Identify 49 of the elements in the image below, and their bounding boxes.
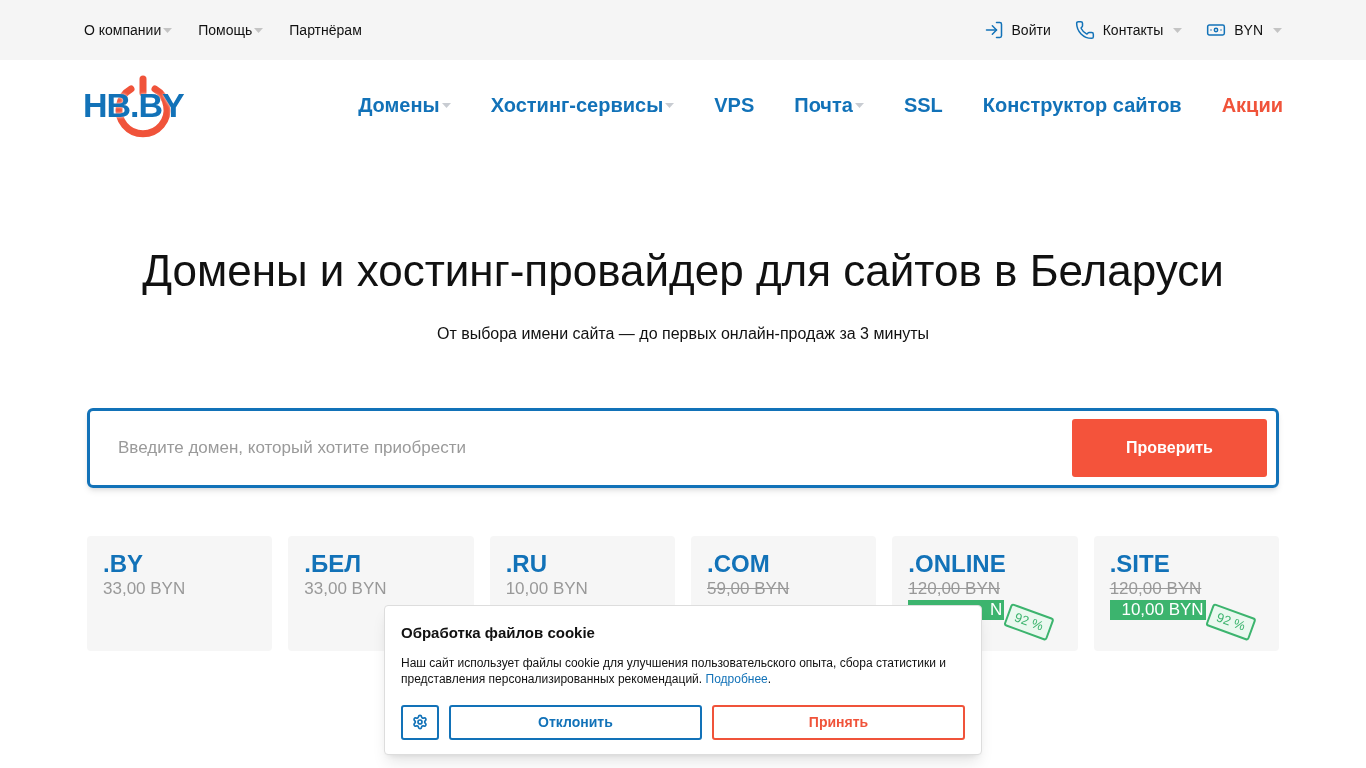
domain-zone: .BY xyxy=(103,549,144,579)
domain-card[interactable]: .BY 33,00 BYN xyxy=(87,536,273,651)
domain-zone: .SITE xyxy=(1109,549,1171,579)
old-price: 59,00 BYN xyxy=(707,579,790,599)
accept-button[interactable]: Принять xyxy=(711,704,965,740)
domain-price: 33,00 BYN xyxy=(103,579,187,599)
check-button[interactable]: Проверить xyxy=(1072,419,1267,477)
top-menu-link[interactable]: Партнёрам xyxy=(289,19,362,41)
caret-icon xyxy=(854,102,864,108)
cookie-text: Наш сайт использует файлы cookie для улучшения пользовательского опыта, сбора статистики и представления персонализированных рекомендаций. Подробнее. xyxy=(401,654,948,687)
caret-icon xyxy=(163,27,173,33)
top-menu-link[interactable]: Войти xyxy=(983,19,1051,41)
domain-zone: .RU xyxy=(505,549,548,579)
domain-zone: .ONLINE xyxy=(908,549,1007,579)
caret-icon xyxy=(254,27,264,33)
hero-subtitle: От выбора имени сайта — до первых онлайн-продаж за 3 минуты xyxy=(436,324,930,344)
new-price: 10,00 BYN xyxy=(1109,600,1206,620)
nav-link[interactable]: Почта xyxy=(794,90,864,120)
top-menu-link[interactable]: BYN xyxy=(1206,19,1282,41)
nav-link[interactable]: Хостинг-сервисы xyxy=(490,90,675,120)
domain-zone: .COM xyxy=(707,549,771,579)
nav-link[interactable]: VPS xyxy=(714,90,755,120)
login-icon xyxy=(983,20,1004,40)
settings-icon xyxy=(411,714,428,730)
top-menu-link[interactable]: Помощь xyxy=(198,19,264,41)
old-price: 120,00 BYN xyxy=(908,579,1000,599)
settings-button[interactable] xyxy=(401,704,439,740)
discount-tag: 92 % xyxy=(1205,602,1256,641)
top-menu-link[interactable]: Контакты xyxy=(1074,19,1183,41)
discount-tag: 92 % xyxy=(1003,602,1055,641)
caret-icon xyxy=(1173,27,1183,33)
domain-price: 10,00 BYN xyxy=(505,579,589,599)
domain-search-field[interactable]: Введите домен, который хотите приобрести Проверить xyxy=(87,408,1279,488)
old-price: 120,00 BYN xyxy=(1109,579,1202,599)
phone-icon xyxy=(1074,20,1095,40)
nav-link[interactable]: Акции xyxy=(1221,90,1283,120)
caret-icon xyxy=(665,102,675,108)
caret-icon xyxy=(441,102,451,108)
nav-link[interactable]: Домены xyxy=(358,90,451,120)
more-link[interactable]: Подробнее xyxy=(705,671,768,686)
nav-link[interactable]: SSL xyxy=(903,90,943,120)
decline-button[interactable]: Отклонить xyxy=(448,704,702,740)
domain-price: 33,00 BYN xyxy=(304,579,388,599)
nav-link[interactable]: Конструктор сайтов xyxy=(982,90,1182,120)
domain-zone: .БЕЛ xyxy=(304,549,363,579)
hero-title: Домены и хостинг-провайдер для сайтов в Беларуси xyxy=(142,245,1224,297)
domain-card[interactable]: .SITE 120,00 BYN 10,00 BYN 92 % xyxy=(1093,536,1279,651)
top-menu-link[interactable]: О компании xyxy=(84,19,173,41)
caret-icon xyxy=(1273,27,1282,33)
